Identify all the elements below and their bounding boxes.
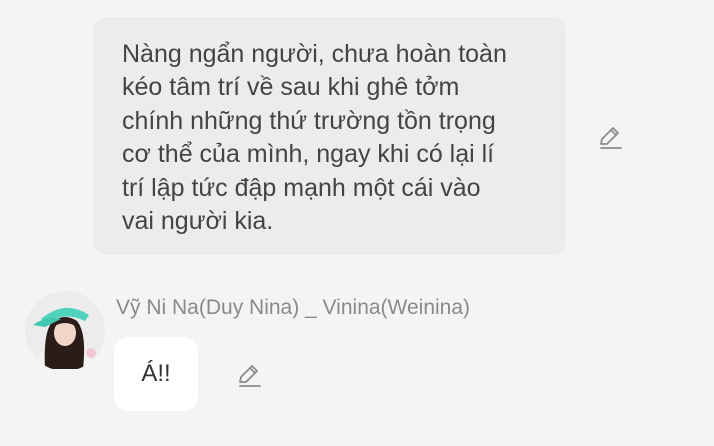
narration-bubble: Nàng ngẩn người, chưa hoàn toàn kéo tâm … — [93, 17, 566, 255]
narration-line: trí lập tức đập mạnh một cái vào — [122, 173, 481, 202]
dialog-bubble: Á!! — [114, 337, 198, 411]
narration-line: vai người kia. — [122, 207, 274, 236]
speaker-name: Vỹ Ni Na(Duy Nina) _ Vinina(Weinina) — [116, 296, 471, 319]
speaker-avatar[interactable] — [25, 291, 105, 371]
narration-line: Nàng ngẩn người, chưa hoàn toàn — [122, 40, 507, 68]
edit-narration-pencil-icon[interactable] — [597, 124, 623, 150]
edit-dialog-pencil-icon[interactable] — [236, 362, 262, 388]
narration-line: cơ thể của mình, ngay khi có lại lí — [122, 140, 495, 169]
dialog-text: Á!! — [141, 360, 171, 387]
narration-line: chính những thứ trường tồn trọng — [122, 106, 496, 135]
narration-line: kéo tâm trí về sau khi ghê tởm — [122, 73, 460, 102]
